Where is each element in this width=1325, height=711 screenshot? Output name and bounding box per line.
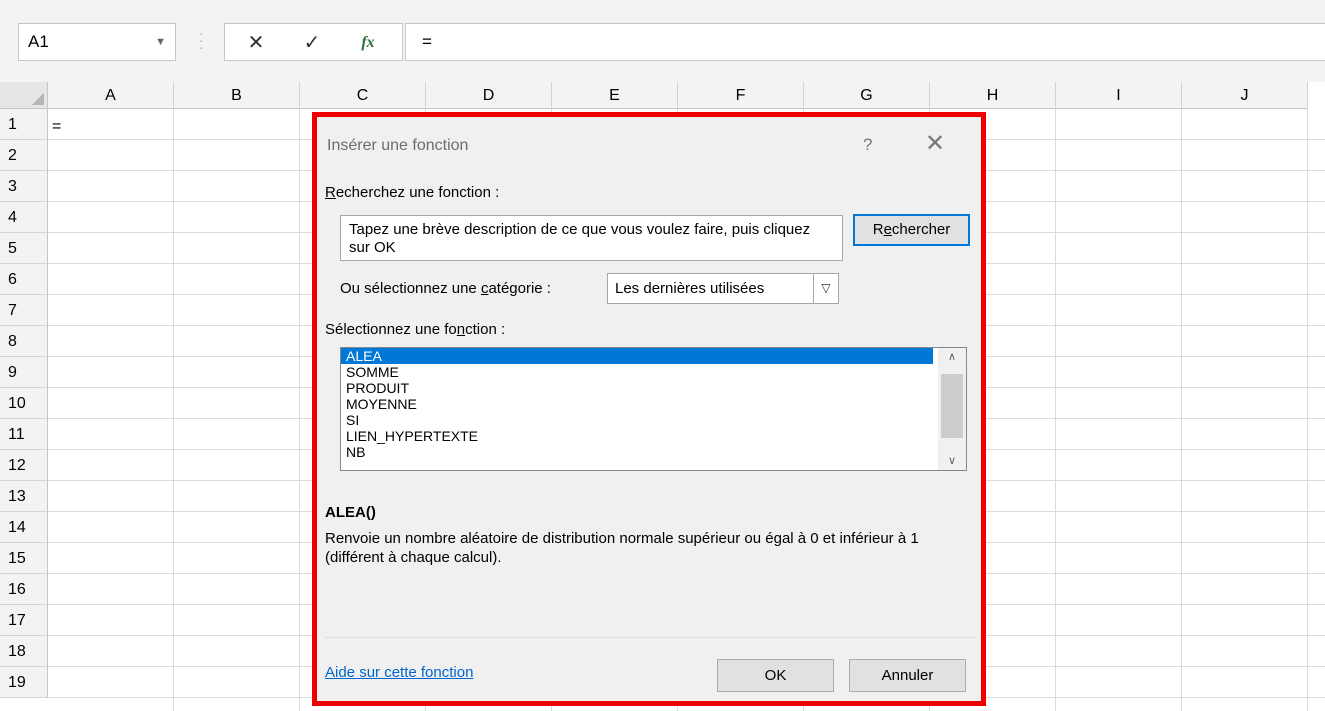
column-header[interactable]: C — [300, 82, 426, 109]
insert-function-icon[interactable]: fx — [353, 28, 383, 58]
scroll-up-icon[interactable]: ∧ — [938, 348, 966, 366]
help-icon[interactable]: ? — [863, 135, 872, 155]
chevron-down-icon[interactable]: ▽ — [813, 274, 838, 303]
function-list[interactable]: ALEA SOMME PRODUIT MOYENNE SI LIEN_HYPERTEXTE… — [340, 347, 967, 471]
row-header[interactable]: 15 — [0, 543, 48, 574]
enter-formula-icon[interactable]: ✓ — [297, 28, 327, 58]
scroll-down-icon[interactable]: ∨ — [938, 452, 966, 470]
column-header[interactable]: J — [1182, 82, 1308, 109]
row-header[interactable]: 18 — [0, 636, 48, 667]
insert-function-dialog: Insérer une fonction ? ✕ Recherchez une … — [312, 112, 986, 706]
row-header[interactable]: 2 — [0, 140, 48, 171]
row-header[interactable]: 8 — [0, 326, 48, 357]
scroll-thumb[interactable] — [941, 374, 963, 438]
close-icon[interactable]: ✕ — [925, 131, 945, 157]
function-list-item[interactable]: MOYENNE — [341, 396, 933, 412]
function-list-item[interactable]: LIEN_HYPERTEXTE — [341, 428, 933, 444]
cancel-formula-icon[interactable]: ✕ — [241, 28, 271, 58]
row-header[interactable]: 11 — [0, 419, 48, 450]
function-signature: ALEA() — [325, 504, 376, 521]
row-header[interactable]: 3 — [0, 171, 48, 202]
category-value: Les dernières utilisées — [615, 280, 765, 297]
divider — [325, 637, 977, 638]
search-label: Recherchez une fonction : — [325, 184, 500, 201]
row-header[interactable]: 12 — [0, 450, 48, 481]
column-header[interactable]: G — [804, 82, 930, 109]
dialog-title: Insérer une fonction — [327, 137, 469, 154]
row-header[interactable]: 10 — [0, 388, 48, 419]
row-header[interactable]: 5 — [0, 233, 48, 264]
column-header[interactable]: E — [552, 82, 678, 109]
select-all-corner[interactable] — [0, 82, 48, 109]
row-header[interactable]: 6 — [0, 264, 48, 295]
function-label: Sélectionnez une fonction : — [325, 321, 506, 338]
column-header[interactable]: F — [678, 82, 804, 109]
column-header[interactable]: B — [174, 82, 300, 109]
cell-a1-value: = — [52, 118, 62, 135]
name-box-value: A1 — [28, 32, 49, 51]
ok-button[interactable]: OK — [717, 659, 834, 692]
category-select[interactable]: Les dernières utilisées ▽ — [607, 273, 839, 304]
row-header[interactable]: 16 — [0, 574, 48, 605]
row-header[interactable]: 14 — [0, 512, 48, 543]
row-header[interactable]: 1 — [0, 109, 48, 140]
help-link[interactable]: Aide sur cette fonction — [325, 664, 473, 681]
formula-input[interactable]: = — [405, 23, 1325, 61]
function-list-item[interactable]: PRODUIT — [341, 380, 933, 396]
row-header[interactable]: 7 — [0, 295, 48, 326]
row-header[interactable]: 9 — [0, 357, 48, 388]
column-header[interactable]: H — [930, 82, 1056, 109]
row-header[interactable]: 13 — [0, 481, 48, 512]
row-header[interactable]: 17 — [0, 605, 48, 636]
column-header[interactable]: A — [48, 82, 174, 109]
column-header[interactable]: I — [1056, 82, 1182, 109]
function-description: Renvoie un nombre aléatoire de distribut… — [325, 530, 919, 566]
column-header[interactable]: D — [426, 82, 552, 109]
formula-buttons: ✕ ✓ fx — [224, 23, 403, 61]
function-list-item[interactable]: SI — [341, 412, 933, 428]
formula-bar: A1 ▼ · · · ✕ ✓ fx = — [0, 0, 1325, 82]
function-list-item[interactable]: SOMME — [341, 364, 933, 380]
function-list-item[interactable]: NB — [341, 444, 933, 460]
function-list-item[interactable]: ALEA — [341, 348, 933, 364]
search-input[interactable]: Tapez une brève description de ce que vo… — [340, 215, 843, 261]
search-button[interactable]: Rechercher — [853, 214, 970, 246]
cancel-button[interactable]: Annuler — [849, 659, 966, 692]
list-scrollbar[interactable]: ∧ ∨ — [938, 348, 966, 470]
chevron-down-icon[interactable]: ▼ — [155, 24, 166, 60]
name-box[interactable]: A1 ▼ — [18, 23, 176, 61]
grip-icon: · · · — [199, 25, 204, 55]
row-header[interactable]: 4 — [0, 202, 48, 233]
category-label: Ou sélectionnez une catégorie : — [340, 280, 551, 297]
row-header[interactable]: 19 — [0, 667, 48, 698]
